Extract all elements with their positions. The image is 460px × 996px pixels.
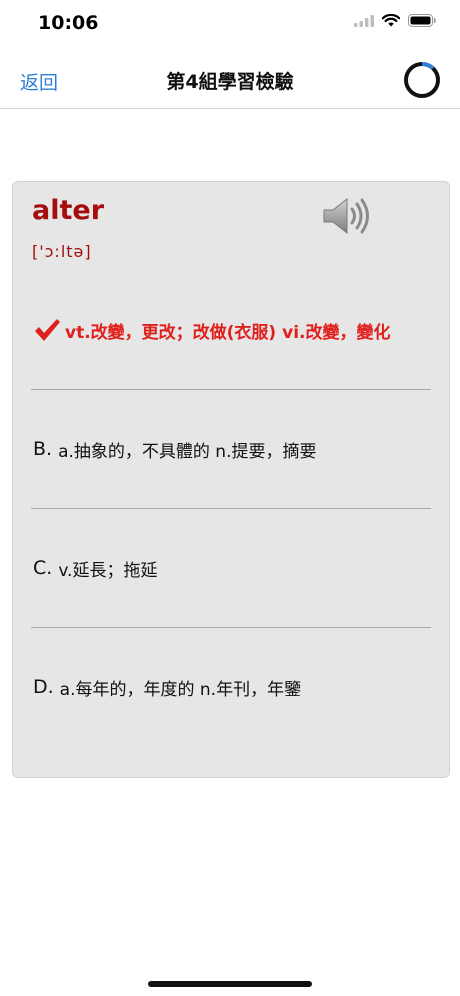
status-time: 10:06 [38,12,99,34]
option-c-text: v.延長；拖延 [58,560,158,581]
option-b-text: a.抽象的，不具體的 n.提要，摘要 [58,441,317,462]
status-bar: 10:06 [0,0,460,50]
quiz-word: alter [32,195,105,226]
wifi-icon [382,14,400,27]
progress-ring-icon [404,62,440,98]
home-indicator [148,981,312,987]
page-title: 第4組學習檢驗 [166,71,294,93]
answer-option-c[interactable]: C. v.延長；拖延 [33,523,429,613]
option-a-text: vt.改變，更改；改做(衣服) vi.改變，變化 [65,322,391,343]
option-c-letter: C. [33,557,53,579]
battery-icon [408,14,436,27]
divider [31,508,431,509]
quiz-card: alter ['ɔ:ltə] vt.改變，更改；改做(衣服) vi.改變，變化 … [12,181,450,778]
option-c-content: C. v.延長；拖延 [33,523,157,613]
option-b-letter: B. [33,438,53,460]
speaker-icon[interactable] [321,196,375,236]
divider [31,389,431,390]
option-d-text: a.每年的，年度的 n.年刊，年鑒 [59,679,302,700]
answer-option-d[interactable]: D. a.每年的，年度的 n.年刊，年鑒 [33,642,429,732]
answer-option-a[interactable]: vt.改變，更改；改做(衣服) vi.改變，變化 [33,285,429,375]
option-d-letter: D. [33,676,54,698]
divider [31,627,431,628]
status-icons [354,14,436,27]
option-a-content: vt.改變，更改；改做(衣服) vi.改變，變化 [33,285,391,375]
signal-icon [354,14,374,27]
navigation-bar: 返回 第4組學習檢驗 [0,50,460,109]
option-d-content: D. a.每年的，年度的 n.年刊，年鑒 [33,642,301,732]
option-b-content: B. a.抽象的，不具體的 n.提要，摘要 [33,404,316,494]
phonetic: ['ɔ:ltə] [32,242,92,261]
checkmark-icon [35,319,60,341]
answer-option-b[interactable]: B. a.抽象的，不具體的 n.提要，摘要 [33,404,429,494]
